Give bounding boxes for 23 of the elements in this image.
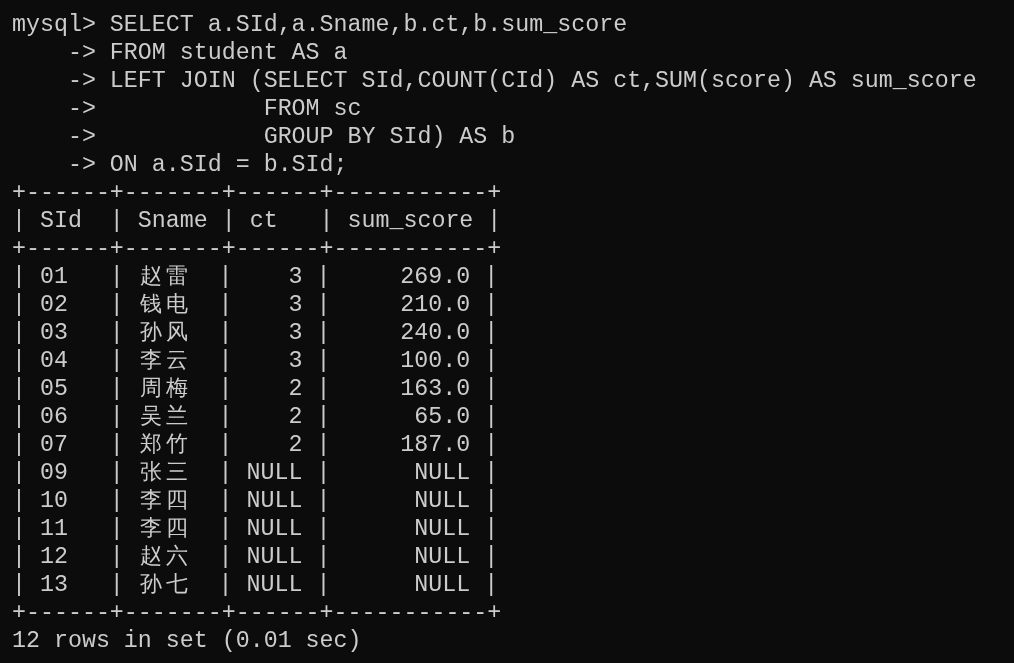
- terminal-line: -> FROM student AS a: [66, 39, 348, 67]
- terminal-line: | 03 | 孙风 | 3 | 240.0 |: [12, 319, 499, 347]
- terminal-line: | 01 | 赵雷 | 3 | 269.0 |: [12, 263, 499, 291]
- terminal-line: -> GROUP BY SId) AS b: [66, 123, 516, 151]
- terminal-line: 12 rows in set (0.01 sec): [12, 627, 362, 655]
- terminal-line: | 07 | 郑竹 | 2 | 187.0 |: [12, 431, 499, 459]
- terminal-line: | 12 | 赵六 | NULL | NULL |: [12, 543, 499, 571]
- terminal-line: -> ON a.SId = b.SId;: [66, 151, 348, 179]
- terminal-line: | 02 | 钱电 | 3 | 210.0 |: [12, 291, 499, 319]
- terminal-line: -> FROM sc: [66, 95, 362, 123]
- terminal-line: | 11 | 李四 | NULL | NULL |: [12, 515, 499, 543]
- terminal-line: | 05 | 周梅 | 2 | 163.0 |: [12, 375, 499, 403]
- terminal-line: +------+-------+------+-----------+: [12, 235, 502, 263]
- terminal-line: | 10 | 李四 | NULL | NULL |: [12, 487, 499, 515]
- terminal-line: | 06 | 吴兰 | 2 | 65.0 |: [12, 403, 499, 431]
- terminal-line: -> LEFT JOIN (SELECT SId,COUNT(CId) AS ct,SUM(score) AS sum_score: [66, 67, 977, 95]
- terminal-line: | SId | Sname | ct | sum_score |: [12, 207, 502, 235]
- terminal-line: | 09 | 张三 | NULL | NULL |: [12, 459, 499, 487]
- terminal-line: | 13 | 孙七 | NULL | NULL |: [12, 571, 499, 599]
- terminal-line: | 04 | 李云 | 3 | 100.0 |: [12, 347, 499, 375]
- terminal-line: +------+-------+------+-----------+: [12, 179, 502, 207]
- terminal-line: +------+-------+------+-----------+: [12, 599, 502, 627]
- terminal-line: mysql> SELECT a.SId,a.Sname,b.ct,b.sum_score: [12, 11, 628, 39]
